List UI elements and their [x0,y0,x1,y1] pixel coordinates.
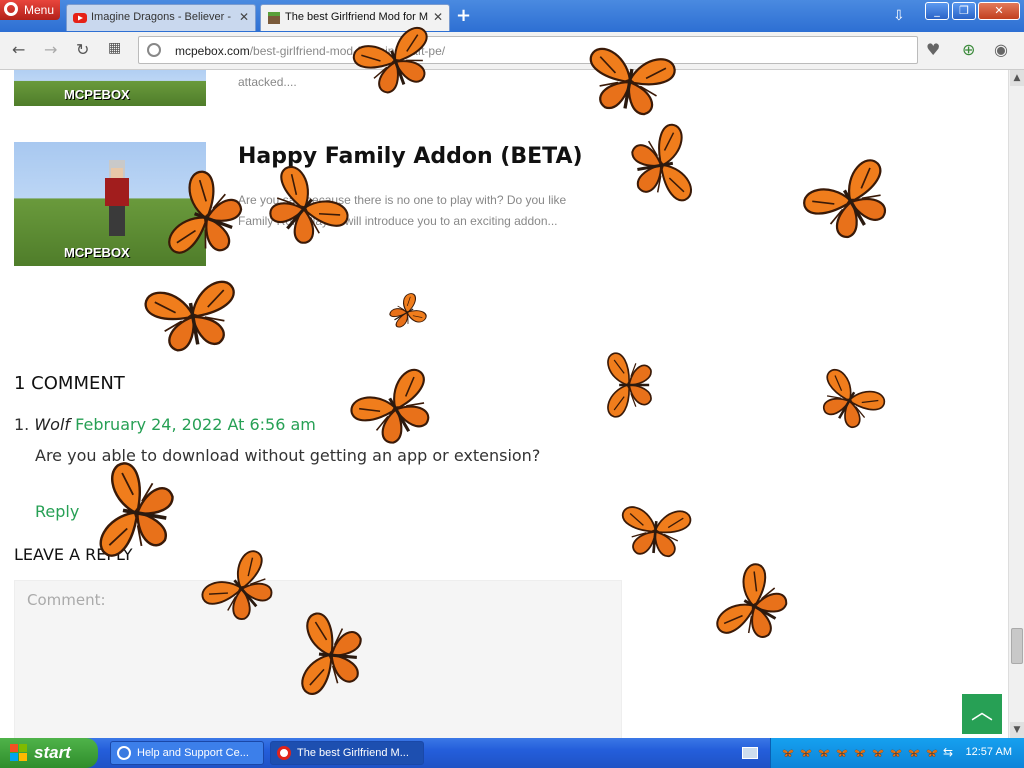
address-toolbar: ← → ↻ ▦ mcpebox.com/best-girlfriend-mod-… [0,32,1024,70]
butterfly-tray-icon[interactable] [925,747,939,759]
account-icon[interactable]: ◉ [994,40,1008,59]
butterfly-icon [800,155,900,250]
post-thumbnail-prev[interactable]: MCPEBOX [14,70,206,106]
butterfly-tray-icon[interactable] [817,747,831,759]
butterfly-icon [346,364,446,455]
download-icon[interactable]: ⊕ [962,40,975,59]
butterfly-icon [809,365,889,437]
restore-button[interactable]: ❐ [952,2,976,20]
butterfly-icon [350,23,440,101]
reload-icon[interactable]: ↻ [76,40,89,59]
scroll-down-icon[interactable]: ▼ [1010,722,1024,738]
speed-dial-grid-icon[interactable]: ▦ [108,40,121,56]
thumb-label: MCPEBOX [64,87,130,102]
scroll-up-icon[interactable]: ▲ [1010,70,1024,86]
butterfly-icon [385,291,429,335]
butterfly-tray-icon[interactable] [907,747,921,759]
start-label: start [34,743,71,762]
start-button[interactable]: start [0,738,98,768]
window-close-button[interactable]: ✕ [978,2,1020,20]
scroll-thumb[interactable] [1011,628,1023,664]
downloads-arrow-icon[interactable]: ⇩ [893,8,905,24]
butterfly-icon [142,278,244,356]
butterfly-tray-icon[interactable] [799,747,813,759]
comment-number: 1. [14,415,30,434]
taskbar-item-help[interactable]: Help and Support Ce... [110,741,264,765]
help-icon [117,746,131,760]
comment-author: Wolf [34,415,71,434]
keyboard-icon[interactable] [742,747,758,759]
comments-heading: 1 COMMENT [14,373,125,394]
reply-link[interactable]: Reply [35,502,79,521]
butterfly-tray-icon[interactable] [871,747,885,759]
thumb-label: MCPEBOX [64,245,130,260]
butterfly-icon [627,122,694,209]
minimize-button[interactable]: _ [925,2,949,20]
butterfly-icon [607,352,652,418]
new-tab-icon[interactable]: + [456,5,471,26]
comment-placeholder: Comment: [27,591,106,609]
task-label: The best Girlfriend M... [297,747,409,759]
close-icon[interactable]: ✕ [239,10,249,24]
comment-date-link[interactable]: February 24, 2022 At 6:56 am [75,415,316,434]
minecraft-character-icon [105,160,129,236]
youtube-icon [73,13,87,23]
system-tray: ⇆ 12:57 AM [770,738,1024,768]
url-field[interactable]: mcpebox.com/best-girlfriend-mod-for-mine… [138,36,918,64]
tab-youtube[interactable]: Imagine Dragons - Believer - ✕ [66,4,256,31]
butterfly-tray-icon[interactable] [853,747,867,759]
back-to-top-button[interactable]: ︿ [962,694,1002,734]
tab-label: Imagine Dragons - Believer - [91,11,232,23]
butterfly-icon [255,161,353,255]
chevron-up-icon: ︿ [970,700,993,725]
opera-menu-button[interactable]: Menu [0,0,60,20]
url-host: mcpebox.com [175,44,250,58]
vertical-scrollbar[interactable]: ▲ ▼ [1008,70,1024,738]
comment-meta: 1. Wolf February 24, 2022 At 6:56 am [14,415,316,434]
opera-logo-icon [4,2,18,16]
network-icon[interactable]: ⇆ [943,745,953,759]
butterfly-tray-icon[interactable] [835,747,849,759]
butterfly-icon [97,460,179,566]
windows-logo-icon [10,744,27,761]
task-label: Help and Support Ce... [137,747,249,759]
opera-icon [277,746,291,760]
windows-taskbar: start Help and Support Ce... The best Gi… [0,738,1024,768]
butterfly-icon [712,559,798,654]
site-info-icon[interactable] [147,43,161,57]
minecraft-block-icon [268,12,280,24]
butterfly-icon [618,505,693,559]
butterfly-tray-icon[interactable] [889,747,903,759]
butterfly-icon [198,546,283,630]
browser-tab-bar: Menu Imagine Dragons - Believer - ✕ The … [0,0,1024,32]
forward-icon[interactable]: → [44,40,57,59]
butterfly-tray-icon[interactable] [781,747,795,759]
clock[interactable]: 12:57 AM [966,746,1012,758]
back-icon[interactable]: ← [12,40,25,59]
butterfly-icon [300,611,364,699]
menu-label: Menu [24,3,55,17]
butterfly-icon [164,167,251,270]
taskbar-item-browser[interactable]: The best Girlfriend M... [270,741,424,765]
heart-bookmark-icon[interactable]: ♥ [926,40,940,59]
